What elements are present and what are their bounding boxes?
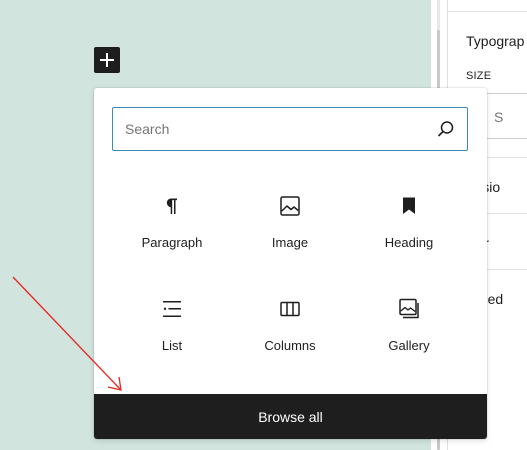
block-columns-label: Columns	[264, 338, 316, 353]
columns-icon	[280, 301, 300, 317]
font-size-option-s[interactable]: S	[494, 109, 503, 125]
block-inserter-popover: Paragraph Image Heading List Columns	[94, 88, 487, 439]
block-inserter-toggle[interactable]	[94, 47, 120, 73]
block-image[interactable]: Image	[231, 194, 349, 278]
block-paragraph-label: Paragraph	[141, 235, 203, 250]
block-list-label: List	[161, 338, 183, 353]
block-heading[interactable]: Heading	[350, 194, 468, 278]
browse-all-button[interactable]: Browse all	[94, 394, 487, 439]
block-image-label: Image	[271, 235, 309, 250]
panel-divider	[448, 11, 527, 12]
paragraph-icon	[166, 198, 177, 214]
search-input[interactable]	[125, 108, 425, 149]
font-size-label: SIZE	[466, 70, 492, 82]
bookmark-icon	[403, 197, 415, 214]
block-list[interactable]: List	[113, 297, 231, 381]
gallery-icon	[399, 298, 419, 319]
search-field[interactable]	[112, 107, 468, 151]
block-gallery-label: Gallery	[388, 338, 430, 353]
list-icon	[163, 301, 181, 317]
block-gallery[interactable]: Gallery	[350, 297, 468, 381]
block-columns[interactable]: Columns	[231, 297, 349, 381]
search-icon	[437, 121, 454, 137]
block-heading-label: Heading	[384, 235, 434, 250]
typography-panel-title[interactable]: Typograp	[466, 33, 524, 49]
block-paragraph[interactable]: Paragraph	[113, 194, 231, 278]
image-icon	[280, 196, 300, 216]
plus-icon	[100, 53, 114, 67]
